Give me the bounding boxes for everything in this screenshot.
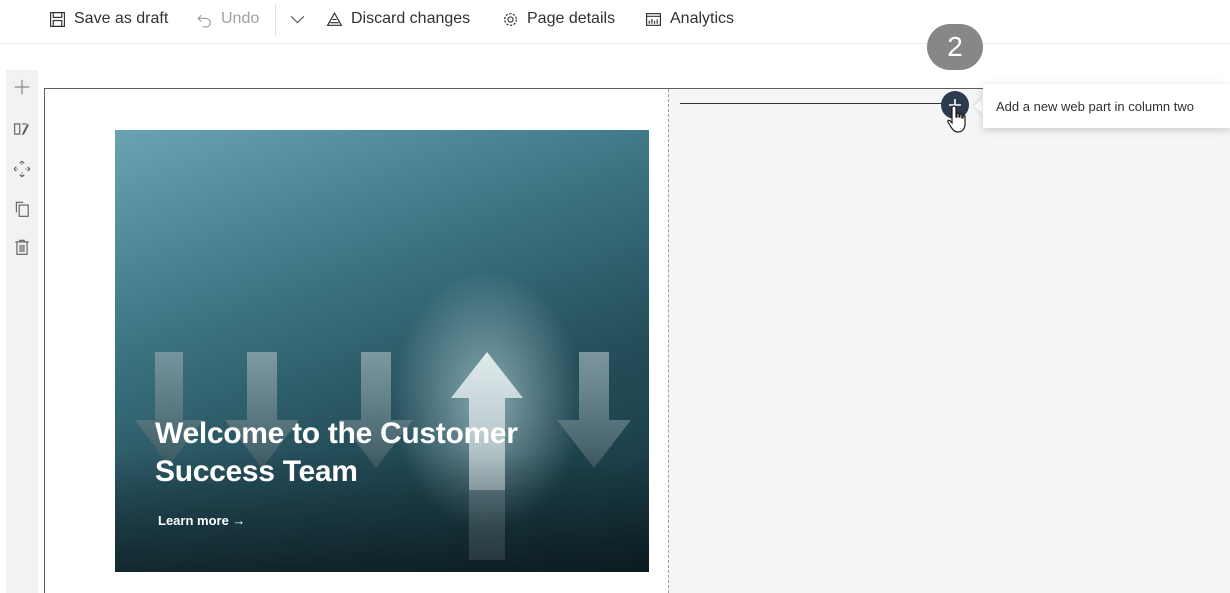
discard-changes-button[interactable]: Discard changes: [326, 8, 470, 30]
hero-title: Welcome to the Customer Success Team: [155, 417, 518, 488]
analytics-icon: [646, 12, 661, 26]
analytics-label: Analytics: [670, 10, 735, 27]
save-as-draft-button[interactable]: Save as draft: [49, 8, 168, 30]
learn-more-link[interactable]: Learn more →: [158, 513, 245, 528]
page-details-label: Page details: [527, 10, 616, 27]
page-editor: Save as draft Undo Discard changes Page …: [0, 0, 1230, 593]
move-section-button[interactable]: [9, 156, 35, 182]
undo-dropdown-button[interactable]: [289, 8, 314, 30]
discard-icon: [326, 11, 343, 26]
duplicate-icon: [15, 201, 29, 217]
add-section-button[interactable]: [9, 74, 35, 100]
move-icon: [13, 160, 31, 178]
toolbar-divider: [275, 4, 276, 36]
delete-section-button[interactable]: [9, 234, 35, 260]
hero-webpart[interactable]: Welcome to the Customer Success Team Lea…: [115, 130, 649, 572]
analytics-button[interactable]: Analytics: [645, 8, 734, 30]
save-icon: [50, 11, 65, 27]
step-badge: 2: [927, 24, 983, 70]
hero-image: [115, 270, 649, 572]
discard-changes-label: Discard changes: [351, 10, 471, 27]
hand-pointer-icon: [947, 105, 966, 133]
gear-icon: [504, 12, 517, 26]
duplicate-section-button[interactable]: [9, 196, 35, 222]
add-webpart-tooltip: Add a new web part in column two: [983, 84, 1230, 128]
chevron-down-icon: [290, 15, 305, 24]
column-divider: [668, 89, 669, 593]
edit-section-button[interactable]: [9, 116, 35, 142]
delete-icon: [15, 239, 29, 255]
undo-icon: [197, 14, 211, 28]
plus-icon: [14, 79, 30, 95]
save-as-draft-label: Save as draft: [74, 10, 169, 27]
add-webpart-line: [680, 103, 948, 104]
undo-label: Undo: [221, 10, 260, 27]
undo-button[interactable]: Undo: [196, 8, 259, 30]
section-toolbar: [6, 70, 38, 593]
command-bar: Save as draft Undo Discard changes Page …: [0, 0, 1230, 44]
page-details-button[interactable]: Page details: [502, 8, 615, 30]
edit-section-icon: [14, 123, 29, 135]
